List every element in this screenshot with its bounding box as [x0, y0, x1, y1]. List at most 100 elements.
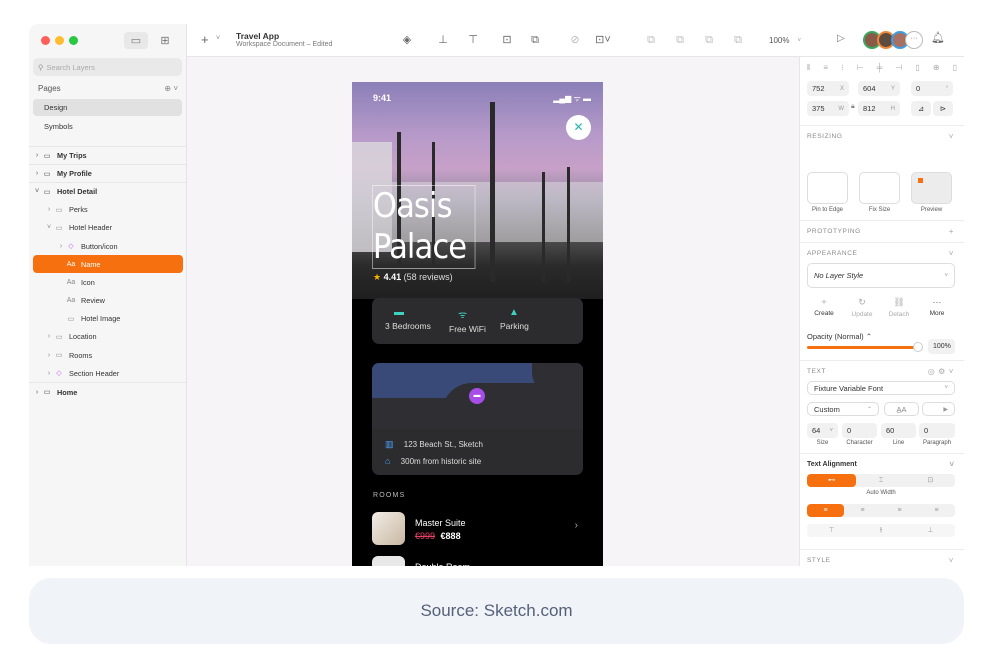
justify-text-icon[interactable]: ≡	[918, 504, 955, 517]
chevron-down-icon[interactable]: ˅	[45, 224, 53, 231]
room-item[interactable]: Double Room ›	[372, 556, 583, 566]
zoom-level-dropdown[interactable]: 100% ˅	[763, 31, 815, 50]
layer-item-hotel-image[interactable]: ▭ Hotel Image	[29, 310, 187, 328]
mask-icon[interactable]: ⊡	[499, 32, 515, 48]
x-field[interactable]: 752 X	[807, 81, 849, 96]
chevron-down-icon[interactable]: ˅	[949, 460, 954, 469]
layer-item-review[interactable]: Aa Review	[29, 292, 187, 310]
align-top-text-icon[interactable]: ⊤	[807, 524, 856, 537]
intersect-icon[interactable]: ⧉	[701, 32, 717, 48]
components-view-icon[interactable]: ⊞	[153, 32, 177, 49]
add-icon[interactable]: +	[949, 227, 954, 236]
text-styles-icons[interactable]: ◎ ⚙ ˅	[928, 367, 954, 376]
font-family-dropdown[interactable]: Fixture Variable Font ˅	[807, 381, 955, 395]
font-weight-dropdown[interactable]: Custom ⌃	[807, 402, 879, 416]
chevron-right-icon[interactable]: ›	[45, 370, 53, 377]
maximize-window-button[interactable]	[69, 36, 78, 45]
layer-item-section-header[interactable]: › ◇ Section Header	[29, 364, 187, 382]
chevron-down-icon[interactable]: ˅	[949, 132, 954, 141]
chevron-right-icon[interactable]: ›	[33, 389, 41, 396]
page-item-symbols[interactable]: Symbols	[33, 118, 182, 135]
room-item[interactable]: Master Suite €999 €888 ›	[372, 512, 583, 546]
layer-style-dropdown[interactable]: No Layer Style ˅	[807, 263, 955, 288]
distribute-icon[interactable]: ⊤	[465, 32, 481, 48]
insert-chevron-icon[interactable]: ˅	[216, 35, 220, 42]
font-size-field[interactable]: 64 ˅	[807, 423, 838, 438]
edit-path-icon[interactable]: ⊘	[567, 32, 583, 48]
artboard-hotel-detail[interactable]: 9:41 ▂▄▆ ᯤ ▬ ✕ Oasis Palace ★ 4.41 (58 r…	[352, 82, 603, 566]
flip-vertical-icon[interactable]: ⊳	[933, 101, 953, 116]
opacity-slider-handle[interactable]	[913, 342, 923, 352]
chevron-down-icon[interactable]: ˅	[949, 249, 954, 258]
pin-to-edge-option[interactable]	[807, 172, 848, 204]
close-window-button[interactable]	[41, 36, 50, 45]
resize-frame-icon[interactable]: ⊡˅	[595, 32, 611, 48]
map[interactable]: ▬	[372, 363, 583, 429]
more-collaborators-button[interactable]: ···	[905, 31, 923, 49]
update-style-button[interactable]: ↻ Update	[847, 297, 877, 318]
layer-item-hotel-header[interactable]: ˅ ▭ Hotel Header	[29, 219, 187, 237]
y-field[interactable]: 604 Y	[858, 81, 900, 96]
union-icon[interactable]: ⧉	[643, 32, 659, 48]
layer-item-hotel-detail[interactable]: ˅ ▭ Hotel Detail	[29, 182, 187, 200]
layers-view-icon[interactable]: ▭	[124, 32, 148, 49]
height-field[interactable]: 812 H	[858, 101, 900, 116]
align-top-icon[interactable]: ▯	[915, 63, 919, 73]
align-right-text-icon[interactable]: ≡	[881, 504, 918, 517]
horizontal-alignment-control[interactable]: ≡ ≡ ≡ ≡	[807, 504, 955, 517]
auto-height-icon[interactable]: ⌶	[856, 474, 905, 487]
search-layers-input[interactable]: ⚲ Search Layers	[33, 58, 182, 76]
align-center-icon[interactable]: ╪	[877, 63, 883, 73]
close-icon[interactable]: ✕	[566, 115, 591, 140]
fix-size-option[interactable]	[859, 172, 900, 204]
align-bottom-icon[interactable]: ⊥	[435, 32, 451, 48]
chevron-right-icon[interactable]: ›	[33, 152, 41, 159]
layer-item-icon[interactable]: Aa Icon	[29, 273, 187, 291]
opacity-label[interactable]: Opacity (Normal) ⌃	[807, 332, 872, 341]
preview-play-icon[interactable]: ▷	[837, 33, 845, 44]
layer-item-location[interactable]: › ▭ Location	[29, 328, 187, 346]
add-page-icon[interactable]: ⊕ ˅	[164, 84, 178, 93]
align-v-icon[interactable]: ⊣	[895, 63, 902, 73]
text-color-well[interactable]: ▶	[922, 402, 955, 416]
align-bottom-icon[interactable]: ▯	[953, 63, 957, 73]
map-pin-bed-icon[interactable]: ▬	[469, 388, 485, 404]
chevron-right-icon[interactable]: ›	[45, 333, 53, 340]
subtract-icon[interactable]: ⧉	[672, 32, 688, 48]
align-bottom-text-icon[interactable]: ⊥	[906, 524, 955, 537]
chevron-right-icon[interactable]: ›	[57, 243, 65, 250]
insert-plus-icon[interactable]: +	[201, 32, 209, 47]
width-field[interactable]: 375 W	[807, 101, 849, 116]
difference-icon[interactable]: ⧉	[730, 32, 746, 48]
layer-item-rooms[interactable]: › ▭ Rooms	[29, 346, 187, 364]
flip-horizontal-icon[interactable]: ⊿	[911, 101, 931, 116]
align-left-text-icon[interactable]: ≡	[807, 504, 844, 517]
layer-item-my-profile[interactable]: › ▭ My Profile	[29, 164, 187, 182]
text-behaviour-control[interactable]: ⊷ ⌶ ⊡	[807, 474, 955, 487]
minimize-window-button[interactable]	[55, 36, 64, 45]
chevron-right-icon[interactable]: ›	[45, 206, 53, 213]
character-spacing-field[interactable]: 0	[842, 423, 877, 438]
prototyping-section[interactable]: PROTOTYPING +	[800, 220, 964, 242]
align-middle-text-icon[interactable]: ⫲	[856, 524, 905, 537]
detach-style-button[interactable]: ⛓ Detach	[884, 297, 914, 318]
align-middle-icon[interactable]: ⊕	[933, 63, 940, 73]
align-left-icon[interactable]: ⫴	[807, 63, 810, 73]
fixed-size-icon[interactable]: ⊡	[906, 474, 955, 487]
page-item-design[interactable]: Design	[33, 99, 182, 116]
align-h-center-icon[interactable]: ≡	[823, 63, 828, 73]
chevron-down-icon[interactable]: ˅	[33, 188, 41, 195]
rotation-field[interactable]: 0 °	[911, 81, 953, 96]
hotel-name-text-layer[interactable]: Oasis Palace	[372, 185, 476, 269]
paragraph-spacing-field[interactable]: 0	[919, 423, 955, 438]
notifications-bell-icon[interactable]: 🔔︎	[931, 31, 945, 44]
more-style-button[interactable]: ··· More	[922, 297, 952, 317]
location-card[interactable]: ▬ ▥ 123 Beach St., Sketch ⌂ 300m from hi…	[372, 363, 583, 475]
scale-icon[interactable]: ⧉	[527, 32, 543, 48]
create-style-button[interactable]: + Create	[809, 297, 839, 317]
layer-item-button-icon[interactable]: › ◇ Button/icon	[29, 237, 187, 255]
lock-ratio-icon[interactable]: 🔒︎	[851, 103, 855, 111]
vertical-alignment-control[interactable]: ⊤ ⫲ ⊥	[807, 524, 955, 537]
layer-item-my-trips[interactable]: › ▭ My Trips	[29, 146, 187, 164]
auto-width-icon[interactable]: ⊷	[807, 474, 857, 487]
